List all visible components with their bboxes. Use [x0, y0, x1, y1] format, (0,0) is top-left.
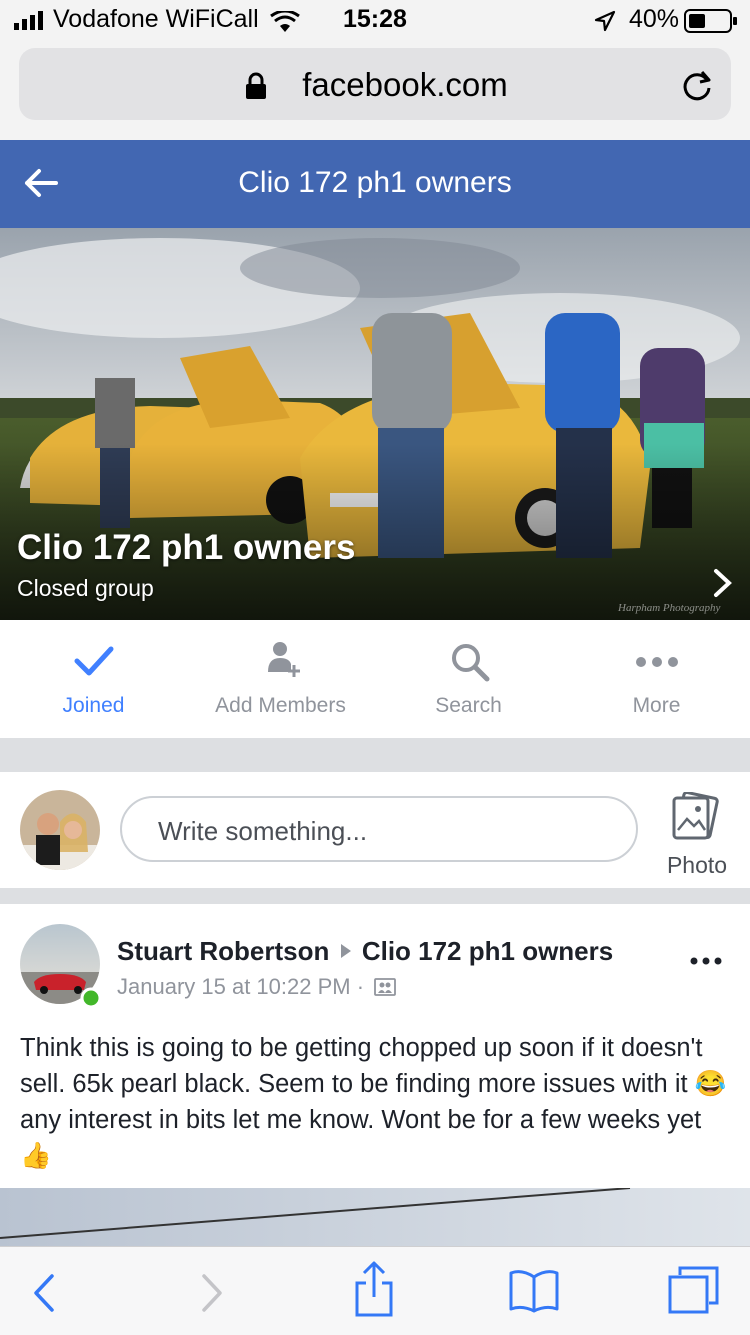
group-name: Clio 172 ph1 owners	[17, 528, 356, 567]
add-person-icon	[268, 642, 300, 677]
photo-watermark: Harpham Photography	[618, 602, 721, 614]
members-audience-icon	[374, 978, 397, 996]
photo-button[interactable]: Photo	[660, 792, 734, 882]
group-privacy: Closed group	[17, 575, 154, 601]
group-actions: Joined Add Members Search More	[0, 620, 750, 738]
post-header: Stuart Robertson Clio 172 ph1 owners	[117, 936, 613, 967]
wifi-icon	[270, 11, 300, 32]
carrier-name: Vodafone WiFiCall	[53, 5, 259, 33]
location-arrow-icon	[594, 10, 616, 32]
bookmarks-icon[interactable]	[508, 1269, 560, 1313]
status-bar: Vodafone WiFiCall 15:28 40%	[0, 0, 750, 42]
chevron-right-icon[interactable]	[712, 568, 734, 598]
reload-icon[interactable]	[680, 68, 714, 102]
post-composer: Write something... Photo	[0, 772, 750, 888]
post-meta: January 15 at 10:22 PM ·	[117, 974, 397, 1000]
author-name[interactable]: Stuart Robertson	[117, 936, 329, 966]
more-label: More	[632, 694, 681, 717]
tabs-icon[interactable]	[668, 1265, 720, 1315]
url-text: facebook.com	[302, 66, 508, 103]
section-divider	[0, 738, 750, 772]
post-group-name[interactable]: Clio 172 ph1 owners	[362, 936, 613, 966]
post-image[interactable]	[0, 1188, 750, 1246]
joined-button[interactable]: Joined	[0, 620, 187, 738]
photo-label: Photo	[666, 852, 728, 878]
search-button[interactable]: Search	[375, 620, 562, 738]
search-label: Search	[435, 694, 502, 717]
cover-photo[interactable]: Clio 172 ph1 owners Closed group Harpham…	[0, 228, 750, 620]
author-avatar[interactable]	[20, 924, 102, 1006]
forward-icon[interactable]	[200, 1273, 224, 1313]
header-title: Clio 172 ph1 owners	[238, 166, 512, 199]
post-photo	[0, 1188, 750, 1246]
signal-icon	[14, 11, 43, 30]
address-bar[interactable]: facebook.com	[19, 48, 731, 120]
post-options-icon[interactable]	[690, 956, 722, 966]
section-divider	[0, 888, 750, 904]
browser-address-area: facebook.com	[0, 42, 750, 141]
post-timestamp[interactable]: January 15 at 10:22 PM ·	[117, 974, 364, 999]
triangle-right-icon	[340, 944, 351, 959]
clock: 15:28	[343, 5, 407, 33]
feed-post: Stuart Robertson Clio 172 ph1 owners Jan…	[0, 904, 750, 1188]
more-icon	[636, 657, 678, 667]
search-icon	[452, 644, 490, 682]
add-members-label: Add Members	[215, 694, 346, 717]
more-button[interactable]: More	[563, 620, 750, 738]
composer-placeholder: Write something...	[158, 816, 368, 846]
avatar[interactable]	[20, 790, 100, 870]
checkmark-icon	[74, 646, 114, 676]
group-header-bar: Clio 172 ph1 owners	[0, 140, 750, 228]
back-icon[interactable]	[32, 1273, 56, 1313]
joined-label: Joined	[62, 694, 125, 717]
write-something-input[interactable]: Write something...	[120, 796, 638, 862]
battery-icon	[684, 9, 737, 33]
add-members-button[interactable]: Add Members	[187, 620, 374, 738]
photo-icon	[672, 792, 719, 840]
battery-percent: 40%	[629, 5, 680, 33]
share-icon[interactable]	[354, 1261, 394, 1317]
post-text: Think this is going to be getting choppe…	[20, 1034, 727, 1170]
browser-toolbar	[0, 1246, 750, 1335]
